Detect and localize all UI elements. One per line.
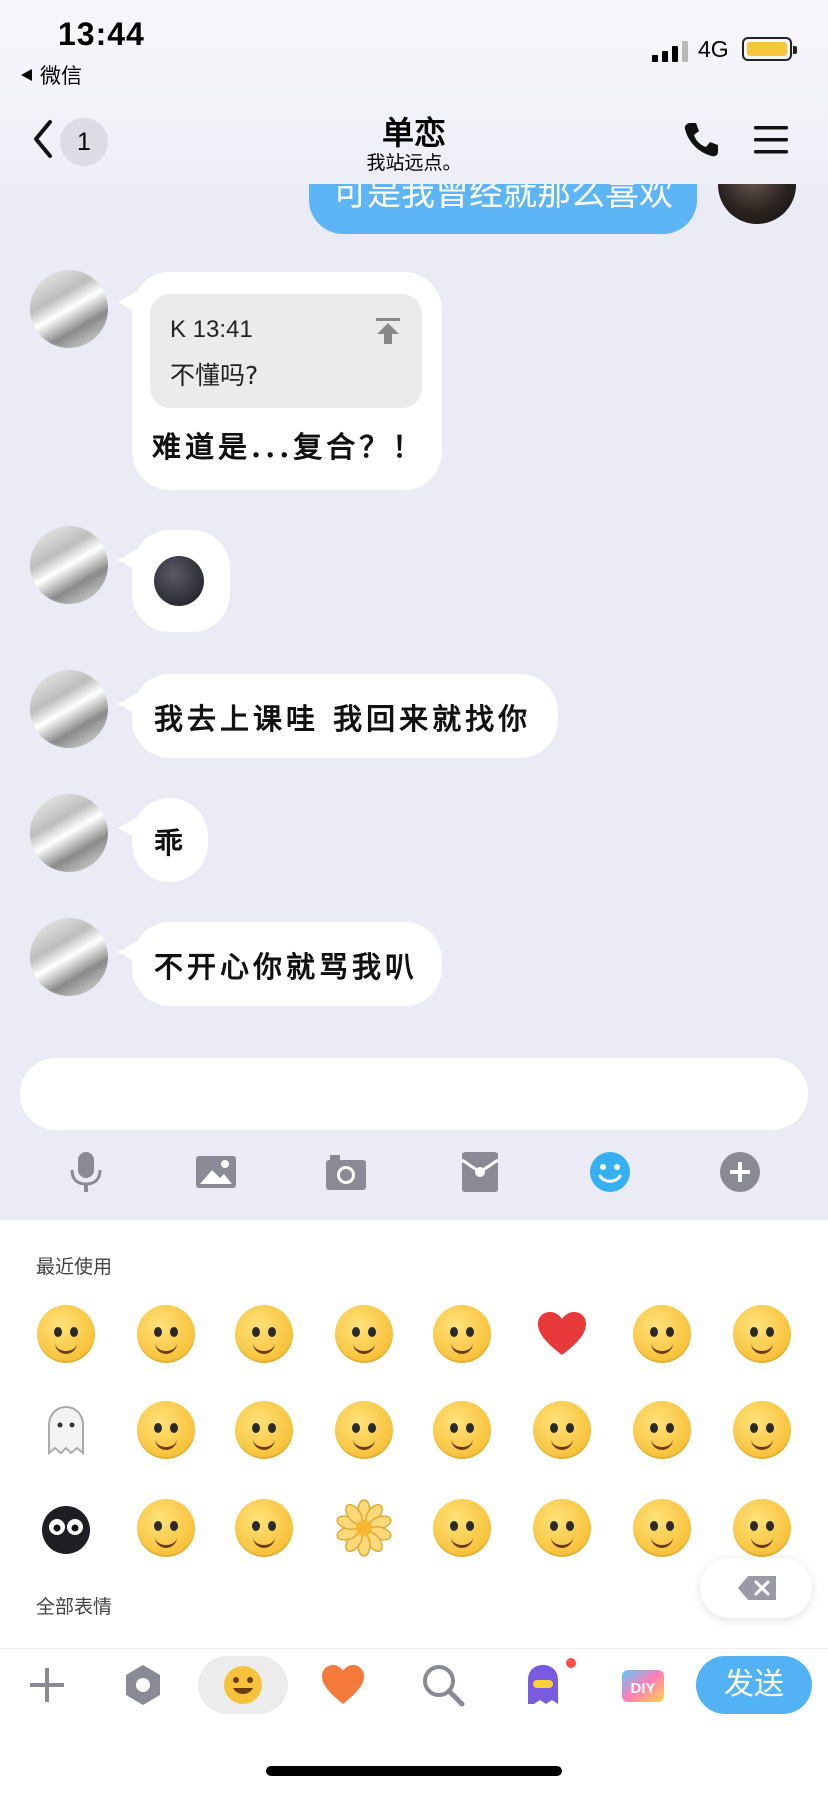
emoji-item[interactable] bbox=[733, 1305, 791, 1363]
ghost-tab[interactable] bbox=[518, 1658, 576, 1710]
battery-icon bbox=[742, 37, 797, 61]
emoji-item[interactable] bbox=[235, 1499, 293, 1557]
emoji-item[interactable] bbox=[433, 1401, 491, 1459]
emoji-item[interactable] bbox=[733, 1499, 791, 1557]
quote-sender-time: K 13:41 bbox=[170, 316, 253, 343]
heart-icon[interactable] bbox=[318, 1660, 368, 1710]
emoji-item[interactable] bbox=[633, 1499, 691, 1557]
emoji-item[interactable] bbox=[137, 1401, 195, 1459]
phone-call-icon[interactable] bbox=[682, 120, 720, 158]
contact-avatar[interactable] bbox=[30, 918, 108, 996]
home-indicator bbox=[266, 1766, 562, 1776]
send-button[interactable]: 发送 bbox=[696, 1656, 812, 1714]
message-text: 乖 bbox=[154, 826, 188, 860]
contact-avatar[interactable] bbox=[30, 794, 108, 872]
microphone-icon[interactable] bbox=[64, 1150, 108, 1194]
message-input[interactable] bbox=[20, 1058, 808, 1130]
message-bubble[interactable]: 不开心你就骂我叭 bbox=[118, 922, 442, 1006]
contact-avatar[interactable] bbox=[30, 526, 108, 604]
message-bubble[interactable]: 🌑 bbox=[118, 530, 230, 632]
emoji-item[interactable] bbox=[137, 1499, 195, 1557]
image-icon[interactable] bbox=[194, 1150, 238, 1194]
camera-icon[interactable] bbox=[324, 1150, 368, 1194]
emoji-item[interactable] bbox=[633, 1305, 691, 1363]
add-icon[interactable] bbox=[22, 1660, 72, 1710]
back-app-label: 微信 bbox=[40, 64, 82, 88]
menu-icon[interactable] bbox=[752, 124, 790, 156]
emoji-icon[interactable] bbox=[588, 1150, 632, 1194]
emoji-item[interactable] bbox=[633, 1401, 691, 1459]
search-icon[interactable] bbox=[418, 1660, 468, 1710]
emoji-item[interactable] bbox=[37, 1499, 95, 1557]
emoji-item[interactable] bbox=[335, 1305, 393, 1363]
backspace-icon bbox=[738, 1576, 776, 1600]
jump-to-top-icon[interactable] bbox=[374, 316, 402, 346]
svg-text:DIY: DIY bbox=[630, 1680, 655, 1697]
quote-text: 不懂吗? bbox=[170, 361, 259, 390]
contact-avatar[interactable] bbox=[30, 270, 108, 348]
emoji-item[interactable] bbox=[433, 1499, 491, 1557]
all-emoji-label: 全部表情 bbox=[36, 1596, 113, 1618]
emoji-item[interactable] bbox=[335, 1499, 393, 1557]
emoji-item[interactable] bbox=[433, 1305, 491, 1363]
status-time: 13:44 bbox=[58, 16, 145, 52]
signal-icon bbox=[652, 41, 688, 62]
emoji-item[interactable] bbox=[733, 1401, 791, 1459]
contact-avatar[interactable] bbox=[30, 670, 108, 748]
emoji-item[interactable] bbox=[533, 1305, 591, 1363]
emoji-item[interactable] bbox=[235, 1401, 293, 1459]
emoji-item[interactable] bbox=[37, 1401, 95, 1459]
header: 13:44 微信 4G 1 单恋 我站远点。 bbox=[0, 0, 828, 184]
recent-emoji-label: 最近使用 bbox=[36, 1256, 113, 1278]
red-packet-icon[interactable] bbox=[458, 1150, 502, 1194]
delete-key[interactable] bbox=[700, 1558, 812, 1618]
message-bubble[interactable]: 我去上课哇 我回来就找你 bbox=[118, 674, 558, 758]
smiley-icon bbox=[224, 1666, 262, 1704]
back-triangle-icon bbox=[21, 69, 32, 81]
smiley-tab-selected[interactable] bbox=[198, 1656, 288, 1714]
emoji-item[interactable] bbox=[235, 1305, 293, 1363]
back-to-wechat[interactable]: 微信 bbox=[20, 60, 82, 90]
new-moon-face-emoji: 🌑 bbox=[154, 556, 204, 606]
message-bubble[interactable]: 乖 bbox=[118, 798, 208, 882]
ghost-icon bbox=[528, 1665, 558, 1704]
network-type: 4G bbox=[698, 36, 729, 62]
quoted-message[interactable]: K 13:41 不懂吗? bbox=[150, 294, 422, 408]
message-text: 难道是...复合？！ bbox=[152, 430, 426, 464]
diy-icon[interactable]: DIY bbox=[618, 1660, 668, 1710]
emoji-item[interactable] bbox=[335, 1401, 393, 1459]
message-text: 不开心你就骂我叭 bbox=[154, 950, 419, 984]
emoji-item[interactable] bbox=[533, 1499, 591, 1557]
hexagon-icon[interactable] bbox=[118, 1660, 168, 1710]
emoji-item[interactable] bbox=[137, 1305, 195, 1363]
emoji-item[interactable] bbox=[533, 1401, 591, 1459]
message-text: 我去上课哇 我回来就找你 bbox=[154, 702, 532, 736]
notification-dot bbox=[566, 1658, 576, 1668]
plus-circle-icon[interactable] bbox=[718, 1150, 762, 1194]
emoji-item[interactable] bbox=[37, 1305, 95, 1363]
